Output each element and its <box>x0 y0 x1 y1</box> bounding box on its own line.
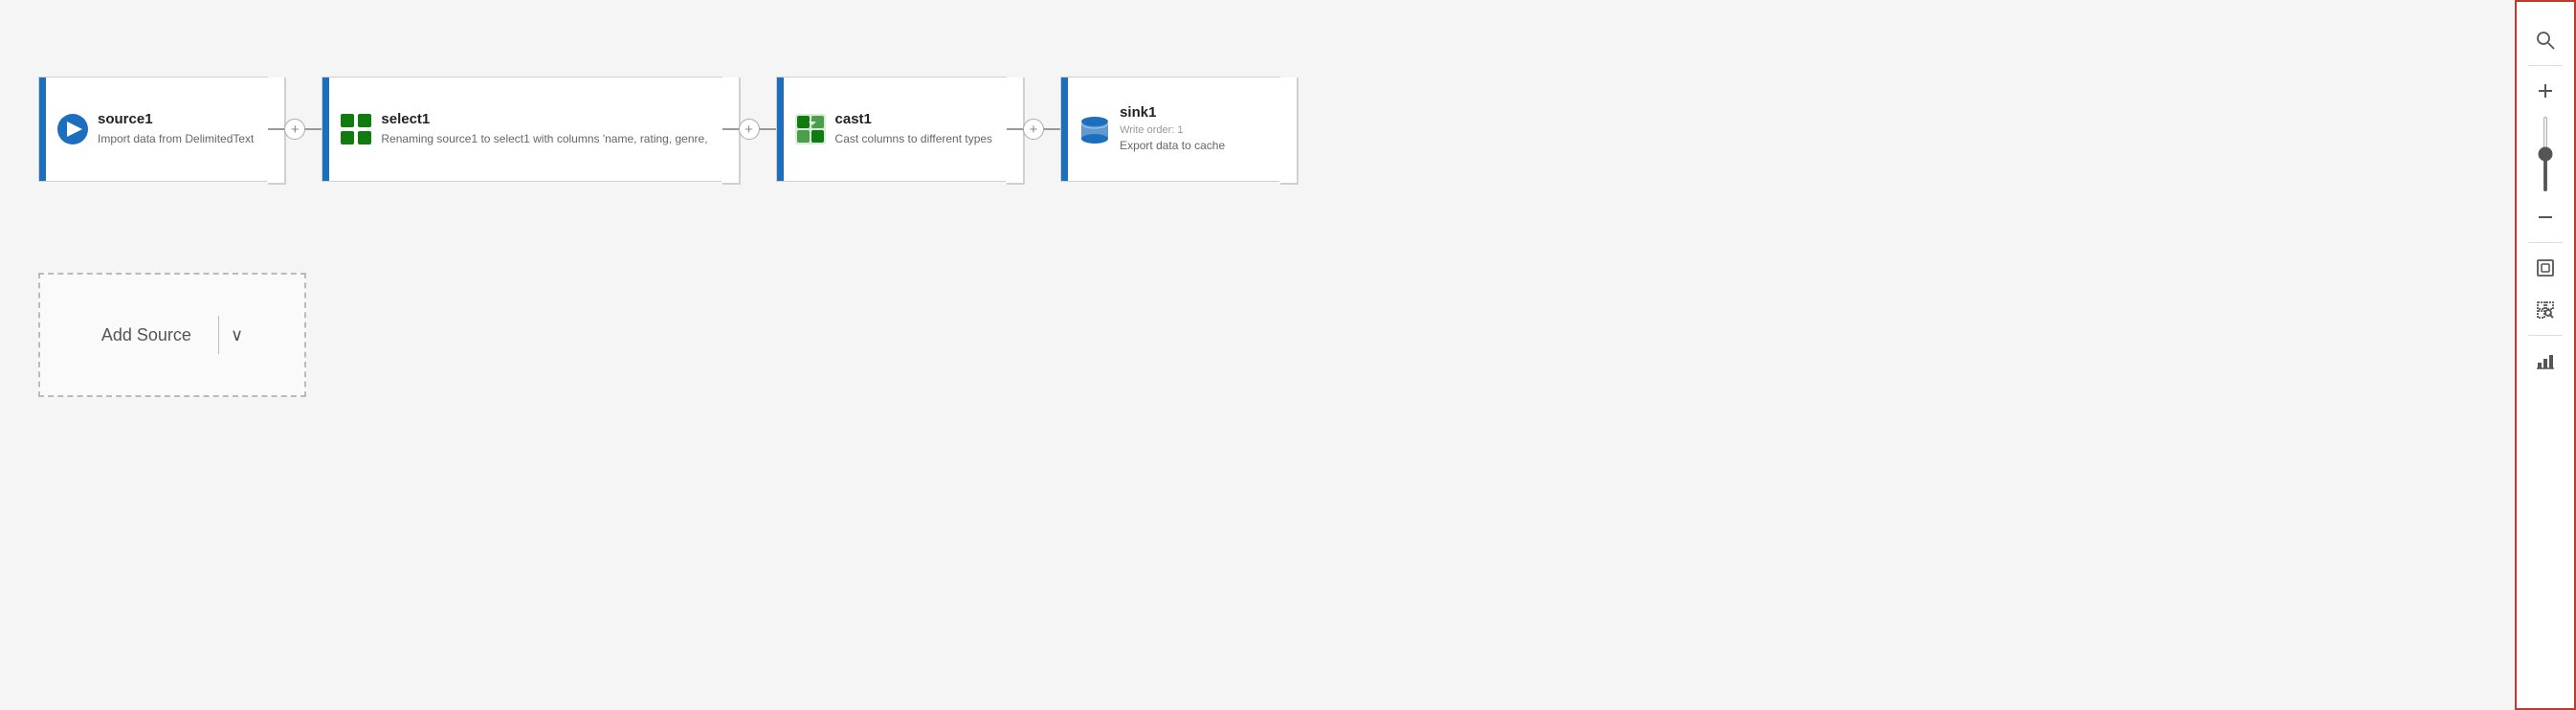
fit-view-button[interactable] <box>2524 247 2566 289</box>
fit-view-icon <box>2536 258 2555 277</box>
add-source-divider <box>218 316 219 354</box>
right-toolbar <box>2515 0 2576 710</box>
node-cast1[interactable]: cast1 Cast columns to different types <box>776 77 1008 182</box>
source-icon <box>56 112 90 146</box>
node-body: sink1 Write order: 1 Export data to cach… <box>1068 78 1279 181</box>
zoom-in-button[interactable] <box>2524 70 2566 112</box>
connector-2: + <box>722 128 776 130</box>
zoom-in-icon <box>2536 81 2555 100</box>
node-body: select1 Renaming source1 to select1 with… <box>329 78 721 181</box>
zoom-slider-container <box>2543 116 2547 192</box>
add-source-box[interactable]: Add Source ∨ <box>38 273 306 397</box>
node-leftbar <box>39 78 46 181</box>
fit-selection-icon <box>2536 300 2555 320</box>
toolbar-separator-2 <box>2528 242 2563 243</box>
canvas: source1 Import data from DelimitedText + <box>0 0 2576 710</box>
node-text: source1 Import data from DelimitedText <box>98 111 254 147</box>
connector-1: + <box>268 128 322 130</box>
node-leftbar <box>322 78 329 181</box>
node-name: source1 <box>98 111 254 127</box>
add-source-chevron[interactable]: ∨ <box>231 325 243 345</box>
node-sink1[interactable]: sink1 Write order: 1 Export data to cach… <box>1060 77 1280 182</box>
pipeline-container: source1 Import data from DelimitedText + <box>38 77 1280 182</box>
node-source1[interactable]: source1 Import data from DelimitedText <box>38 77 268 182</box>
add-step-button-2[interactable]: + <box>739 119 760 140</box>
search-icon <box>2536 31 2555 50</box>
node-text: sink1 Write order: 1 Export data to cach… <box>1120 104 1266 154</box>
toolbar-separator-1 <box>2528 65 2563 66</box>
node-body: source1 Import data from DelimitedText <box>46 78 267 181</box>
sink-icon <box>1077 112 1112 146</box>
zoom-out-icon <box>2536 208 2555 227</box>
node-name: select1 <box>381 111 707 127</box>
node-select1[interactable]: select1 Renaming source1 to select1 with… <box>322 77 722 182</box>
node-desc: Export data to cache <box>1120 138 1266 154</box>
select-icon <box>339 112 373 146</box>
node-subtitle: Write order: 1 <box>1120 124 1266 136</box>
node-leftbar <box>777 78 784 181</box>
toolbar-separator-3 <box>2528 335 2563 336</box>
cast-icon <box>793 112 828 146</box>
fit-selection-button[interactable] <box>2524 289 2566 331</box>
node-body: cast1 Cast columns to different types <box>784 78 1007 181</box>
add-source-label: Add Source <box>101 325 191 345</box>
node-desc: Cast columns to different types <box>835 131 993 147</box>
statistics-button[interactable] <box>2524 340 2566 382</box>
add-step-button-1[interactable]: + <box>284 119 305 140</box>
node-text: cast1 Cast columns to different types <box>835 111 993 147</box>
node-desc: Renaming source1 to select1 with columns… <box>381 131 707 147</box>
node-desc: Import data from DelimitedText <box>98 131 254 147</box>
node-leftbar <box>1061 78 1068 181</box>
node-name: cast1 <box>835 111 993 127</box>
node-text: select1 Renaming source1 to select1 with… <box>381 111 707 147</box>
zoom-slider[interactable] <box>2543 116 2547 192</box>
node-name: sink1 <box>1120 104 1266 121</box>
search-button[interactable] <box>2524 19 2566 61</box>
zoom-out-button[interactable] <box>2524 196 2566 238</box>
statistics-icon <box>2536 351 2555 370</box>
add-step-button-3[interactable]: + <box>1023 119 1044 140</box>
connector-3: + <box>1007 128 1060 130</box>
